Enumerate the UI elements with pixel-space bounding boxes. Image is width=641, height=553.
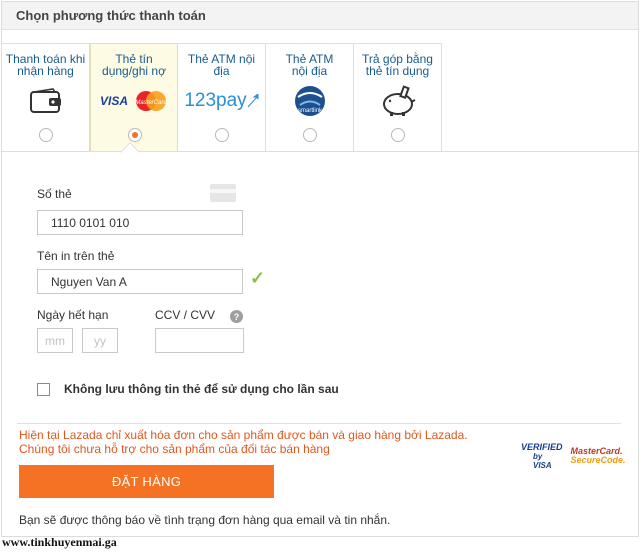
- method-label: Thẻ tín dụng/ghi nợ: [102, 52, 166, 78]
- method-installment[interactable]: Trả góp bằng thẻ tín dụng: [354, 43, 442, 152]
- cardholder-name-label: Tên in trên thẻ: [37, 249, 115, 263]
- svg-text:smartlink: smartlink: [297, 108, 322, 114]
- cvv-input[interactable]: [155, 328, 244, 353]
- piggy-bank-icon: [354, 85, 441, 116]
- visa-logo: VISA: [99, 94, 128, 108]
- divider: [17, 423, 621, 424]
- security-badges: VERIFIED by VISA MasterCard. SecureCode.: [521, 441, 626, 471]
- method-atm-123pay[interactable]: Thẻ ATM nội địa 123pay: [178, 43, 266, 152]
- section-title: Chọn phương thức thanh toán: [16, 8, 206, 23]
- card-number-input[interactable]: 1110 0101 010: [37, 210, 243, 235]
- mastercard-icon: MasterCard: [135, 91, 167, 111]
- smartlink-icon: smartlink: [266, 86, 353, 116]
- 123pay-icon: 123pay: [178, 86, 265, 116]
- save-card-checkbox[interactable]: [37, 383, 50, 396]
- save-card-label: Không lưu thông tin thẻ để sử dụng cho l…: [64, 382, 339, 396]
- method-label: Thẻ ATM nội địa: [285, 52, 334, 78]
- mastercard-securecode-badge: MasterCard. SecureCode.: [570, 446, 626, 465]
- method-radio[interactable]: [215, 128, 229, 142]
- method-radio[interactable]: [391, 128, 405, 142]
- svg-text:MasterCard: MasterCard: [135, 100, 167, 106]
- verified-by-visa-badge: VERIFIED by VISA: [521, 441, 563, 470]
- payment-methods: Thanh toán khi nhận hàng Thẻ tín dụng/ghi …: [2, 43, 442, 152]
- method-radio[interactable]: [303, 128, 317, 142]
- expiry-year-input[interactable]: yy: [82, 328, 118, 353]
- expiry-label: Ngày hết hạn: [37, 308, 109, 322]
- place-order-button[interactable]: ĐẶT HÀNG: [19, 465, 274, 498]
- checkmark-icon: ✓: [250, 268, 266, 288]
- method-label: Thẻ ATM nội địa: [187, 52, 256, 78]
- method-label: Thanh toán khi nhận hàng: [5, 52, 86, 78]
- notice-line-2: Chúng tôi chưa hỗ trợ cho sản phẩm của đ…: [19, 442, 330, 456]
- credit-card-icon: [210, 184, 236, 202]
- method-radio[interactable]: [128, 128, 142, 142]
- help-icon[interactable]: ?: [230, 310, 243, 323]
- method-label: Trả góp bằng thẻ tín dụng: [362, 52, 433, 78]
- method-atm-smartlink[interactable]: Thẻ ATM nội địa smartlink: [266, 43, 354, 152]
- expiry-month-input[interactable]: mm: [37, 328, 73, 353]
- section-header: Chọn phương thức thanh toán: [2, 2, 638, 30]
- methods-divider: [2, 151, 638, 152]
- card-number-label: Số thẻ: [37, 187, 72, 201]
- method-cod[interactable]: Thanh toán khi nhận hàng: [2, 43, 90, 152]
- method-credit-card[interactable]: Thẻ tín dụng/ghi nợ VISA MasterCard: [90, 43, 178, 152]
- cardholder-name-input[interactable]: Nguyen Van A: [37, 269, 243, 294]
- cvv-label: CCV / CVV: [155, 308, 216, 322]
- wallet-icon: [2, 86, 89, 116]
- method-radio[interactable]: [39, 128, 53, 142]
- visa-mastercard-icon: VISA MasterCard: [91, 86, 177, 116]
- notification-info: Bạn sẽ được thông báo về tình trạng đơn …: [19, 513, 391, 527]
- notice-line-1: Hiện tại Lazada chỉ xuất hóa đơn cho sản…: [19, 428, 468, 442]
- watermark: www.tinkhuyenmai.ga: [2, 535, 117, 549]
